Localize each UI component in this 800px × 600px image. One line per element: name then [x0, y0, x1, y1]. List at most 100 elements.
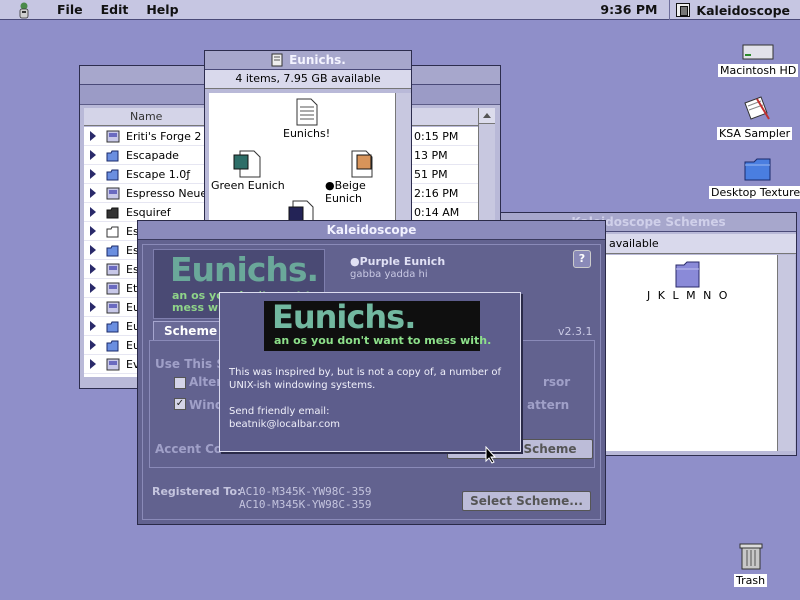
list-row-name: Esquiref: [126, 205, 171, 219]
desktop-icon-ksa-sampler[interactable]: KSA Sampler: [717, 93, 793, 140]
disclosure-triangle-icon[interactable]: [90, 302, 96, 312]
folder-dark-icon: [106, 207, 119, 218]
pattern-option-label: attern: [527, 398, 570, 412]
folder-item-beige-eunich[interactable]: ●Beige Eunich: [325, 149, 395, 205]
menu-edit[interactable]: Edit: [92, 0, 138, 20]
help-button[interactable]: ?: [573, 250, 591, 268]
desktop-icon-macintosh-hd[interactable]: Macintosh HD: [718, 42, 799, 77]
folder-icon: [106, 169, 119, 180]
disclosure-triangle-icon[interactable]: [90, 359, 96, 369]
mouse-cursor-icon: [485, 446, 497, 464]
use-this-label: Use This S: [155, 357, 226, 371]
hard-drive-icon: [742, 44, 774, 60]
list-row-name: Escapade: [126, 148, 179, 162]
about-text-line: This was inspired by, but is not a copy …: [229, 367, 501, 378]
list-row-name: Eriti's Forge 2: [126, 129, 202, 143]
document-icon[interactable]: [287, 199, 317, 221]
schemes-scrollbar[interactable]: [777, 255, 795, 451]
cursor-option-label: rsor: [543, 375, 571, 389]
menubar: File Edit Help 9:36 PM Kaleidoscope: [0, 0, 800, 20]
application-menu-label: Kaleidoscope: [696, 2, 790, 18]
list-row-date: 0:15 PM: [414, 129, 459, 143]
folder-item-jklmno[interactable]: J K L M N O: [647, 257, 729, 302]
folder-white-icon: [106, 226, 119, 237]
folder-item-label: ●Beige Eunich: [325, 179, 366, 205]
disclosure-triangle-icon[interactable]: [90, 169, 96, 179]
folder-icon: [744, 158, 771, 181]
folder-icon: [106, 340, 119, 351]
column-header-name[interactable]: Name: [130, 110, 162, 123]
trash-icon: [739, 543, 763, 570]
logo-title: Eunichs.: [170, 250, 319, 289]
window-checkbox[interactable]: ✓: [174, 398, 186, 410]
menubar-right: 9:36 PM Kaleidoscope: [588, 0, 800, 20]
desktop-icon-label: Macintosh HD: [718, 64, 799, 77]
disclosure-triangle-icon[interactable]: [90, 131, 96, 141]
application-menu[interactable]: Kaleidoscope: [670, 3, 800, 18]
folder-item-label: Eunichs!: [283, 127, 331, 140]
disclosure-triangle-icon[interactable]: [90, 264, 96, 274]
eunichs-folder-window[interactable]: Eunichs. 4 items, 7.95 GB available Euni…: [204, 50, 412, 222]
folder-content: Eunichs! Green Eunich ●Beige Eunich: [209, 93, 395, 221]
folder-icon: [106, 245, 119, 256]
menubar-clock[interactable]: 9:36 PM: [588, 0, 671, 20]
disclosure-triangle-icon[interactable]: [90, 340, 96, 350]
list-row-date: 51 PM: [414, 167, 448, 181]
folder-window-title: Eunichs.: [289, 53, 346, 67]
scheme-button-label: Scheme: [523, 442, 577, 456]
app-icon: [106, 263, 120, 275]
folder-item-label: Green Eunich: [211, 179, 285, 192]
kaleidoscope-titlebar[interactable]: Kaleidoscope: [138, 221, 605, 240]
about-dialog[interactable]: Eunichs. an os you don't want to mess wi…: [219, 292, 521, 452]
version-label: v2.3.1: [558, 325, 593, 338]
app-icon: [106, 187, 120, 199]
disclosure-triangle-icon[interactable]: [90, 207, 96, 217]
about-logo: Eunichs. an os you don't want to mess wi…: [264, 298, 491, 351]
disclosure-triangle-icon[interactable]: [90, 245, 96, 255]
folder-icon: [106, 150, 119, 161]
menu-file[interactable]: File: [48, 0, 92, 20]
about-logo-tagline: an os you don't want to mess with.: [274, 334, 492, 347]
apple-menu-icon[interactable]: [14, 1, 34, 19]
kaleidoscope-app-icon: [676, 3, 691, 17]
disclosure-triangle-icon[interactable]: [90, 283, 96, 293]
kaleidoscope-title: Kaleidoscope: [326, 223, 417, 237]
folder-icon: [675, 261, 700, 288]
list-row-name: Et: [126, 281, 138, 295]
folder-scrollbar[interactable]: [395, 93, 411, 221]
list-row-date: 2:16 PM: [414, 186, 459, 200]
disclosure-triangle-icon[interactable]: [90, 321, 96, 331]
select-scheme-button[interactable]: Select Scheme...: [462, 491, 591, 511]
list-row-name: Escape 1.0ƒ: [126, 167, 191, 181]
menu-help[interactable]: Help: [137, 0, 187, 20]
registration-code: AC10-M345K-YW98C-359: [239, 498, 372, 511]
folder-item-eunichs[interactable]: Eunichs!: [283, 97, 330, 140]
disclosure-triangle-icon[interactable]: [90, 150, 96, 160]
about-logo-title: Eunichs.: [272, 298, 416, 336]
document-icon: [271, 53, 283, 67]
app-icon: [106, 130, 120, 142]
folder-window-titlebar[interactable]: Eunichs.: [205, 51, 411, 70]
about-text-line: UNIX-ish windowing systems.: [229, 380, 376, 391]
desktop-icon-trash[interactable]: Trash: [734, 540, 768, 587]
alternate-checkbox[interactable]: [174, 377, 186, 389]
app-icon: [106, 358, 120, 370]
folder-icon: [106, 321, 119, 332]
desktop-icon-desktop-textures[interactable]: Desktop Textures: [709, 154, 800, 199]
current-scheme-name: ●Purple Eunich: [350, 255, 446, 268]
about-email[interactable]: beatnik@localbar.com: [229, 418, 340, 431]
desktop-icon-label: Trash: [734, 574, 768, 587]
scroll-up-arrow-icon[interactable]: [479, 108, 495, 124]
desktop-icon-label: KSA Sampler: [717, 127, 793, 140]
registered-to-label: Registered To:: [152, 485, 242, 498]
app-icon: [106, 301, 120, 313]
document-icon: [233, 150, 261, 178]
document-icon: [743, 96, 770, 120]
folder-item-green-eunich[interactable]: Green Eunich: [211, 149, 285, 192]
list-row-date: 0:14 AM: [414, 205, 460, 219]
accent-color-label: Accent Col: [155, 442, 227, 456]
list-row-date: 13 PM: [414, 148, 448, 162]
folder-item-label: J K L M N O: [647, 289, 730, 302]
disclosure-triangle-icon[interactable]: [90, 226, 96, 236]
disclosure-triangle-icon[interactable]: [90, 188, 96, 198]
